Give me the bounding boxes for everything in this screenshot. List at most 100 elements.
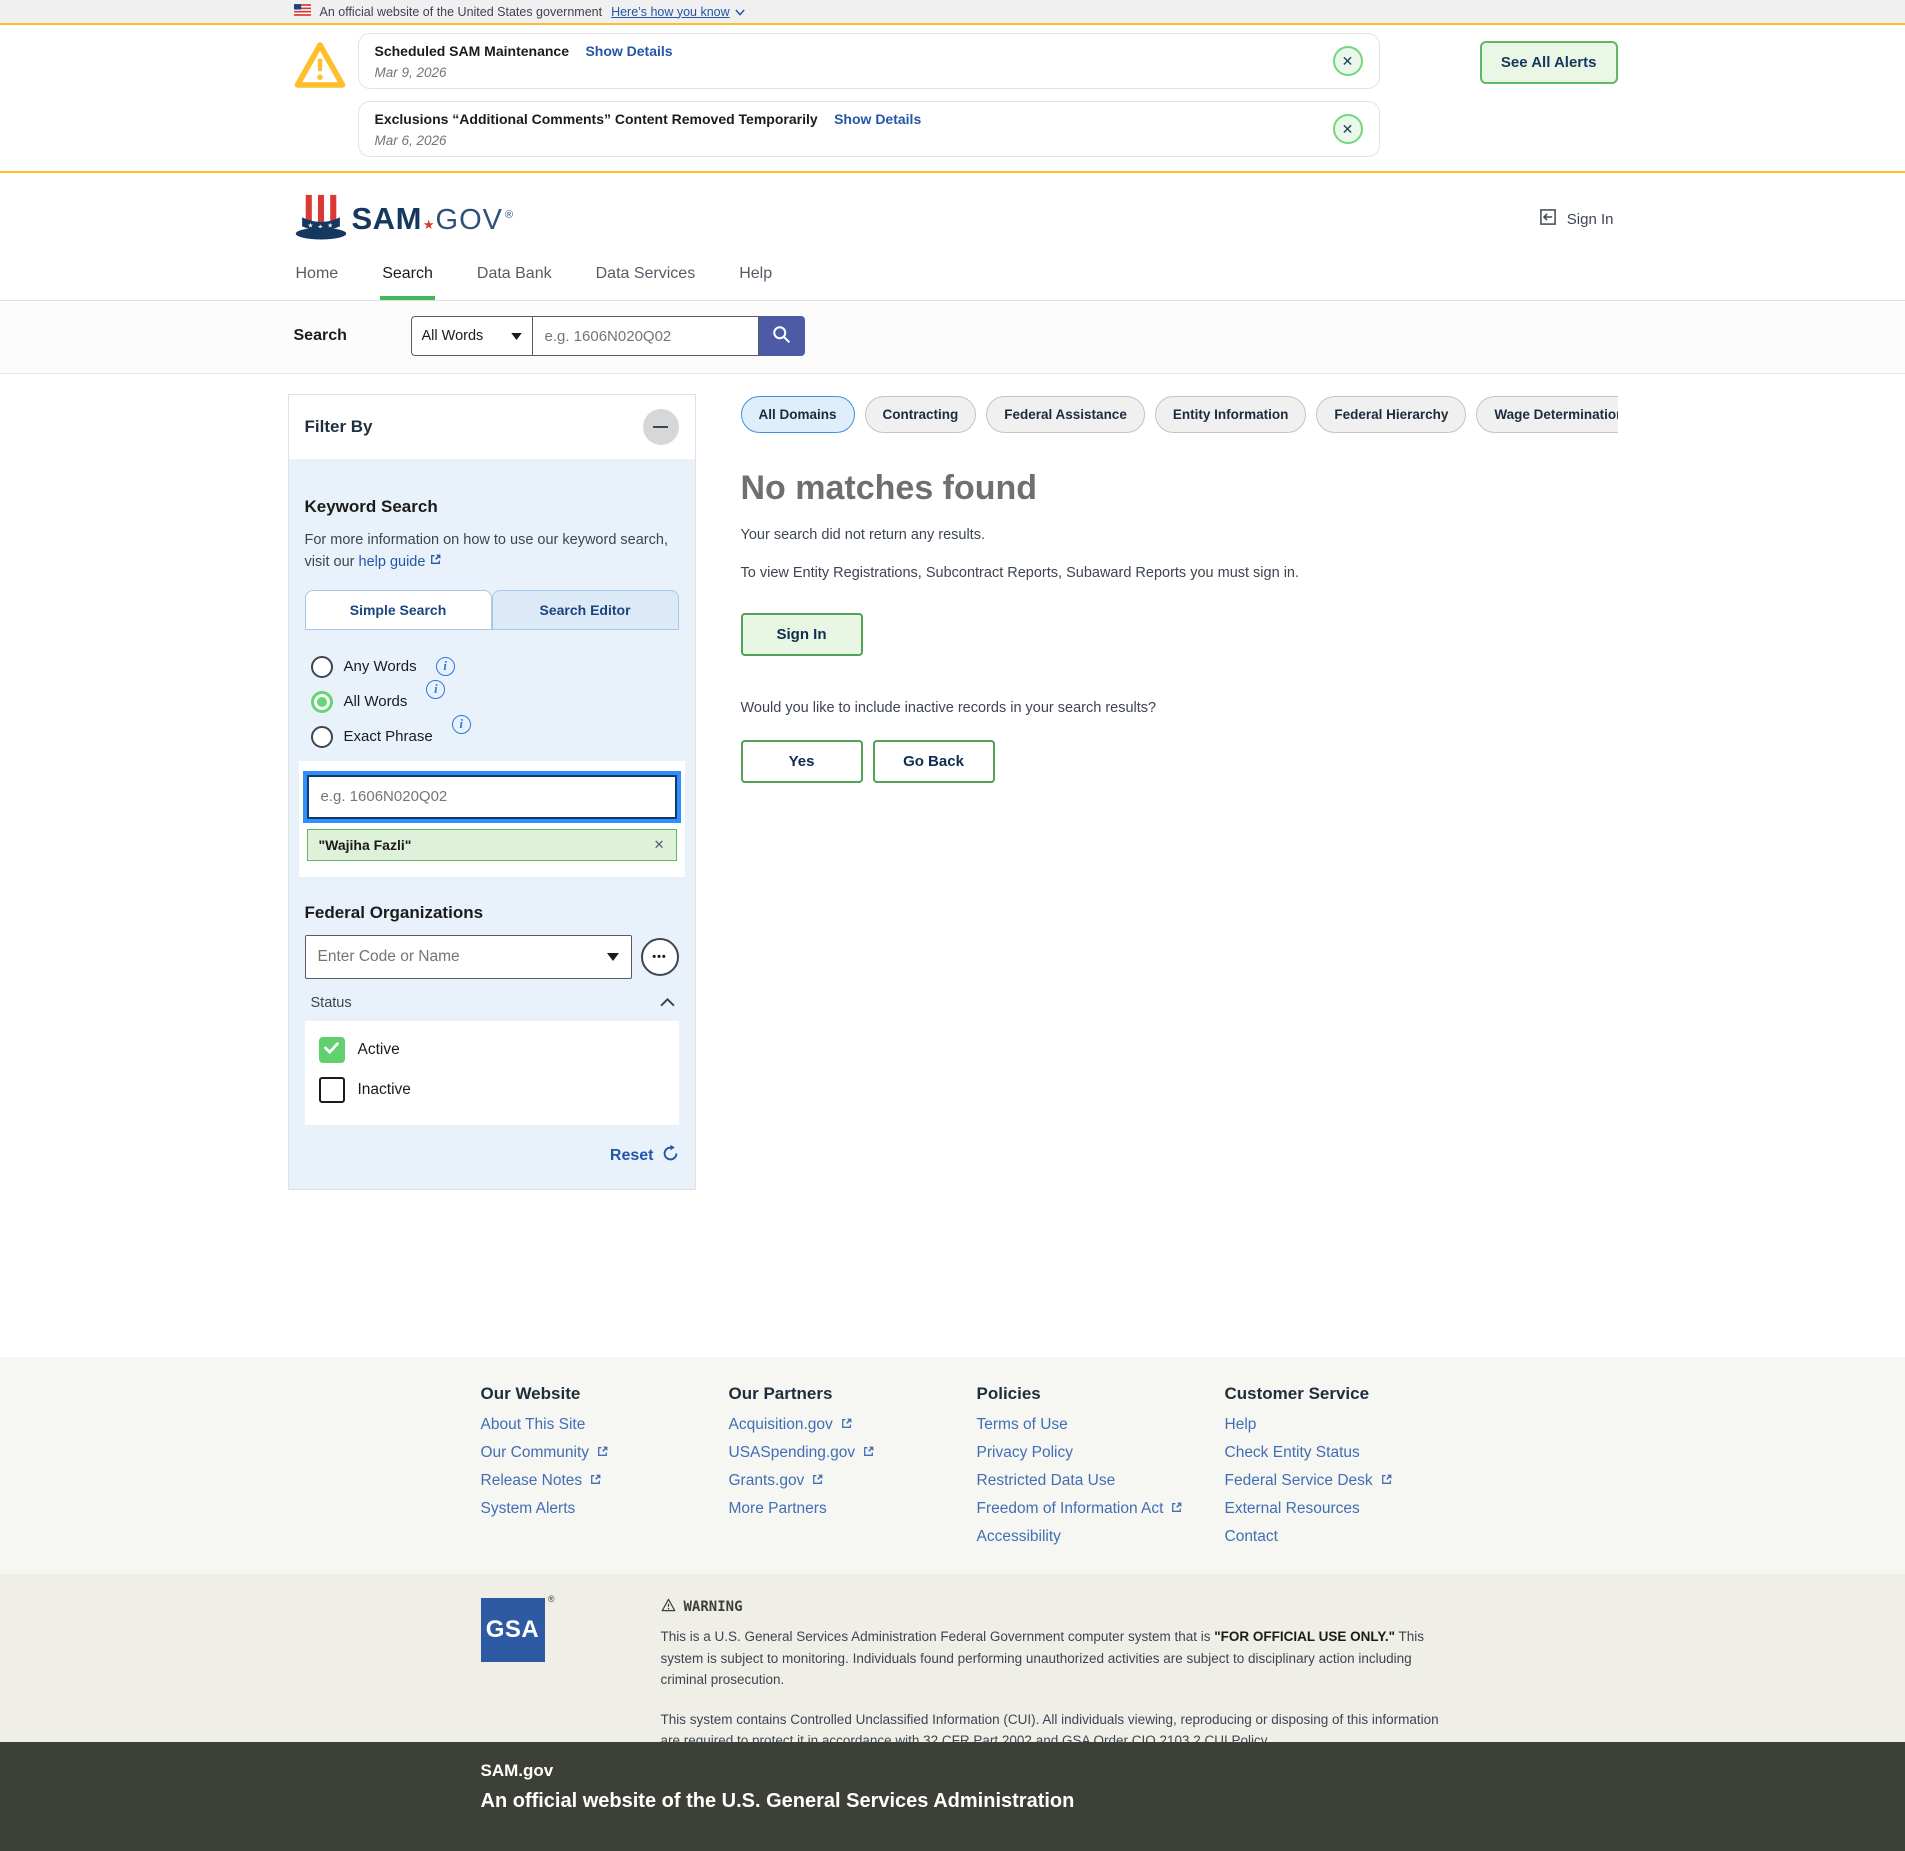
radio-exact-phrase[interactable]: Exact Phrase i bbox=[310, 715, 679, 748]
close-icon[interactable]: ✕ bbox=[1332, 114, 1363, 144]
close-icon[interactable]: ✕ bbox=[1332, 46, 1363, 76]
search-input[interactable] bbox=[532, 316, 759, 356]
footer-link[interactable]: Accessibility bbox=[977, 1529, 1225, 1544]
footer-link[interactable]: Federal Service Desk bbox=[1225, 1473, 1473, 1488]
show-details-link[interactable]: Show Details bbox=[834, 111, 921, 127]
ellipsis-icon[interactable]: ••• bbox=[640, 937, 679, 976]
logo-star-icon: ★ bbox=[422, 217, 435, 232]
external-link-icon bbox=[596, 1445, 609, 1462]
footer-link[interactable]: Terms of Use bbox=[977, 1417, 1225, 1432]
nav-item-data-bank[interactable]: Data Bank bbox=[475, 253, 554, 300]
chip-federal-hierarchy[interactable]: Federal Hierarchy bbox=[1316, 396, 1467, 433]
footer-link[interactable]: Help bbox=[1225, 1417, 1473, 1432]
footer-link[interactable]: Restricted Data Use bbox=[977, 1473, 1225, 1488]
nav-item-data-services[interactable]: Data Services bbox=[594, 253, 698, 300]
keyword-tag: "Wajiha Fazli" ✕ bbox=[306, 828, 677, 861]
keyword-search-heading: Keyword Search bbox=[304, 497, 438, 516]
chip-federal-assistance[interactable]: Federal Assistance bbox=[986, 396, 1145, 433]
logo-sam-text: SAM bbox=[351, 201, 422, 236]
radio-button-icon bbox=[310, 725, 333, 748]
footer-heading: Our Website bbox=[480, 1384, 581, 1403]
footer-link[interactable]: USASpending.gov bbox=[729, 1445, 977, 1460]
search-label: Search bbox=[293, 327, 347, 344]
sign-in-link[interactable]: Sign In bbox=[1538, 207, 1614, 231]
keyword-input[interactable] bbox=[306, 774, 677, 819]
warning-paragraph-1: This is a U.S. General Services Administ… bbox=[660, 1629, 1425, 1688]
nav-item-search[interactable]: Search bbox=[380, 253, 435, 300]
go-back-button[interactable]: Go Back bbox=[872, 739, 995, 783]
status-section-toggle[interactable]: Status bbox=[311, 995, 675, 1011]
show-details-link[interactable]: Show Details bbox=[585, 43, 672, 59]
dark-footer: SAM.gov An official website of the U.S. … bbox=[0, 1742, 1905, 1851]
tab-search-editor[interactable]: Search Editor bbox=[491, 589, 679, 630]
info-icon[interactable]: i bbox=[426, 680, 446, 700]
footer-link[interactable]: About This Site bbox=[481, 1417, 729, 1432]
footer-column-our-website: Our Website About This Site Our Communit… bbox=[481, 1384, 729, 1544]
footer-link[interactable]: External Resources bbox=[1225, 1501, 1473, 1516]
reset-filters-button[interactable]: Reset bbox=[305, 1144, 679, 1167]
chip-wage-determinations[interactable]: Wage Determinations bbox=[1476, 396, 1618, 433]
footer-link[interactable]: Our Community bbox=[481, 1445, 729, 1460]
sign-in-icon bbox=[1538, 207, 1558, 231]
radio-button-selected-icon bbox=[310, 690, 333, 713]
footer-link[interactable]: Grants.gov bbox=[729, 1473, 977, 1488]
filter-panel: Filter By Keyword Search For more inform… bbox=[287, 394, 696, 1190]
see-all-alerts-button[interactable]: See All Alerts bbox=[1479, 41, 1618, 84]
external-link-icon bbox=[840, 1417, 853, 1434]
chip-entity-information[interactable]: Entity Information bbox=[1154, 396, 1307, 433]
minus-icon bbox=[653, 425, 668, 429]
tab-simple-search[interactable]: Simple Search bbox=[304, 589, 492, 630]
help-guide-link[interactable]: help guide bbox=[359, 554, 426, 570]
search-button[interactable] bbox=[758, 316, 805, 356]
external-link-icon bbox=[811, 1473, 824, 1490]
yes-button[interactable]: Yes bbox=[740, 739, 863, 783]
sam-gov-logo[interactable]: ★ ★ ★ SAM ★ GOV ® bbox=[294, 193, 513, 245]
remove-tag-icon[interactable]: ✕ bbox=[654, 837, 665, 853]
alert-title: Exclusions “Additional Comments” Content… bbox=[374, 110, 818, 127]
footer-link[interactable]: More Partners bbox=[729, 1501, 977, 1516]
footer-link[interactable]: Contact bbox=[1225, 1529, 1473, 1544]
gsa-registered-mark: ® bbox=[547, 1594, 555, 1604]
domain-filter-chips: All Domains Contracting Federal Assistan… bbox=[740, 396, 1618, 433]
checkbox-inactive[interactable]: Inactive bbox=[318, 1076, 665, 1103]
search-mode-select[interactable]: All Words bbox=[410, 316, 533, 356]
external-link-icon bbox=[1170, 1501, 1183, 1518]
site-header: ★ ★ ★ SAM ★ GOV ® Sign In bbox=[0, 173, 1905, 253]
footer-link[interactable]: Release Notes bbox=[481, 1473, 729, 1488]
footer-column-our-partners: Our Partners Acquisition.gov USASpending… bbox=[729, 1384, 977, 1544]
dropdown-caret-icon bbox=[510, 328, 522, 344]
federal-organizations-heading: Federal Organizations bbox=[304, 902, 484, 922]
no-matches-heading: No matches found bbox=[740, 469, 1038, 507]
chip-all-domains[interactable]: All Domains bbox=[740, 396, 855, 433]
sign-in-button[interactable]: Sign In bbox=[740, 612, 863, 656]
sign-in-label: Sign In bbox=[1566, 210, 1614, 228]
logo-gov-text: GOV bbox=[435, 204, 504, 236]
footer-link[interactable]: Privacy Policy bbox=[977, 1445, 1225, 1460]
keyword-tabs: Simple Search Search Editor bbox=[304, 589, 679, 630]
checkbox-active[interactable]: Active bbox=[318, 1036, 665, 1063]
radio-any-words[interactable]: Any Words i bbox=[310, 655, 679, 678]
include-inactive-question: Would you like to include inactive recor… bbox=[740, 699, 1157, 716]
footer-link[interactable]: System Alerts bbox=[481, 1501, 729, 1516]
alert-title: Scheduled SAM Maintenance bbox=[374, 42, 569, 59]
how-you-know-link[interactable]: Here’s how you know bbox=[611, 5, 745, 19]
info-icon[interactable]: i bbox=[435, 657, 455, 677]
footer-heading: Our Partners bbox=[728, 1384, 833, 1403]
footer-link[interactable]: Acquisition.gov bbox=[729, 1417, 977, 1432]
footer-tagline: An official website of the U.S. General … bbox=[480, 1790, 1075, 1812]
footer-link[interactable]: Check Entity Status bbox=[1225, 1445, 1473, 1460]
info-icon[interactable]: i bbox=[451, 715, 471, 735]
radio-all-words[interactable]: All Words i bbox=[310, 680, 679, 713]
footer-link[interactable]: Freedom of Information Act bbox=[977, 1501, 1225, 1516]
federal-org-select[interactable]: Enter Code or Name bbox=[304, 934, 632, 979]
collapse-filter-button[interactable] bbox=[642, 409, 679, 445]
footer-heading: Policies bbox=[976, 1384, 1041, 1403]
sign-in-required-message: To view Entity Registrations, Subcontrac… bbox=[740, 565, 1300, 582]
nav-item-help[interactable]: Help bbox=[737, 253, 774, 300]
keyword-tag-label: "Wajiha Fazli" bbox=[318, 836, 412, 853]
chip-contracting[interactable]: Contracting bbox=[864, 396, 977, 433]
results-area: All Domains Contracting Federal Assistan… bbox=[740, 394, 1618, 783]
external-link-icon bbox=[1380, 1473, 1393, 1490]
nav-item-home[interactable]: Home bbox=[294, 253, 341, 300]
checked-checkbox-icon bbox=[318, 1036, 345, 1063]
